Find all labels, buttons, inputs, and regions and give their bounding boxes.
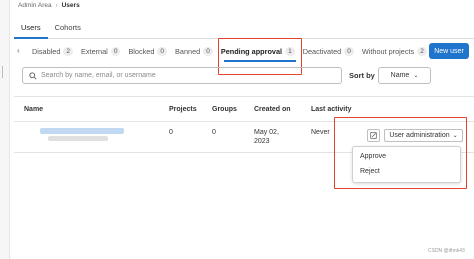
watermark: CSDN @ithnk43 bbox=[428, 248, 465, 254]
scroll-left-chevron-icon[interactable]: ‹ bbox=[17, 46, 20, 55]
top-tabs: Users Cohorts bbox=[14, 20, 474, 39]
cell-last-activity: Never bbox=[311, 129, 330, 136]
filter-tab-label: Disabled bbox=[32, 46, 61, 56]
sort-value: Name bbox=[390, 72, 410, 79]
column-header-name: Name bbox=[24, 106, 44, 113]
column-header-last-activity: Last activity bbox=[311, 106, 352, 113]
count-badge: 2 bbox=[63, 46, 74, 56]
filter-tab-without-projects[interactable]: Without projects 2 bbox=[358, 40, 431, 62]
search-placeholder: Search by name, email, or username bbox=[41, 72, 156, 79]
filter-tab-label: Deactivated bbox=[302, 46, 342, 56]
tab-users[interactable]: Users bbox=[14, 20, 48, 39]
filter-tab-banned[interactable]: Banned 0 bbox=[171, 40, 217, 62]
filter-tab-blocked[interactable]: Blocked 0 bbox=[124, 40, 171, 62]
filter-tab-label: Banned bbox=[175, 46, 201, 56]
breadcrumb-separator-icon: › bbox=[55, 2, 58, 9]
redacted-user-name[interactable] bbox=[40, 128, 124, 134]
sort-label: Sort by bbox=[349, 71, 375, 80]
search-icon bbox=[29, 71, 37, 80]
cell-created-year: 2023 bbox=[254, 138, 270, 145]
count-badge: 0 bbox=[344, 46, 354, 56]
breadcrumb: Admin Area › Users bbox=[18, 2, 80, 9]
sidebar-marker bbox=[2, 66, 7, 78]
actions-highlight-box bbox=[334, 117, 467, 189]
filter-tab-label: Blocked bbox=[128, 46, 155, 56]
filter-tab-label: Without projects bbox=[361, 46, 415, 56]
tab-cohorts[interactable]: Cohorts bbox=[48, 20, 88, 39]
breadcrumb-current: Users bbox=[61, 2, 80, 9]
breadcrumb-parent[interactable]: Admin Area bbox=[18, 2, 52, 9]
count-badge: 0 bbox=[110, 46, 121, 56]
left-sidebar-gutter bbox=[0, 0, 10, 259]
redacted-user-email bbox=[48, 136, 108, 141]
filter-tab-deactivated[interactable]: Deactivated 0 bbox=[299, 40, 358, 62]
column-header-created: Created on bbox=[254, 106, 291, 113]
count-badge: 0 bbox=[157, 46, 168, 56]
new-user-button[interactable]: New user bbox=[429, 43, 469, 59]
filter-tab-disabled[interactable]: Disabled 2 bbox=[28, 40, 77, 62]
column-header-projects: Projects bbox=[169, 106, 197, 113]
column-header-groups: Groups bbox=[212, 106, 237, 113]
cell-projects: 0 bbox=[169, 129, 173, 136]
cell-created-date: May 02, bbox=[254, 129, 279, 136]
admin-users-page: Admin Area › Users Users Cohorts ‹ Disab… bbox=[0, 0, 474, 259]
filter-tab-external[interactable]: External 0 bbox=[77, 40, 124, 62]
filter-tab-label: External bbox=[81, 46, 108, 56]
count-badge: 2 bbox=[417, 46, 427, 56]
search-input[interactable]: Search by name, email, or username bbox=[22, 67, 342, 84]
cell-groups: 0 bbox=[212, 129, 216, 136]
count-badge: 0 bbox=[203, 46, 213, 56]
chevron-down-icon: ⌄ bbox=[413, 73, 419, 79]
sort-dropdown[interactable]: Name ⌄ bbox=[378, 67, 431, 84]
